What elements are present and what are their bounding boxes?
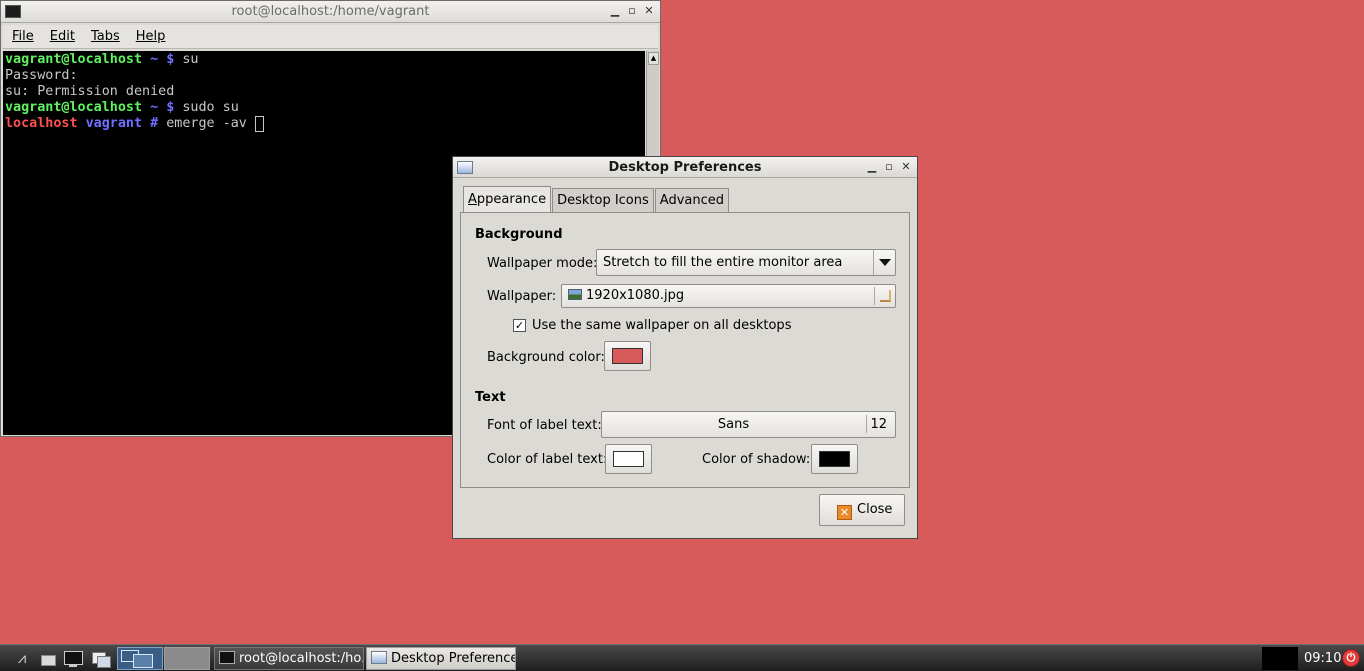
file-manager-icon[interactable] — [40, 649, 56, 668]
label-color-swatch — [613, 451, 644, 467]
background-color-label: Background color: — [487, 350, 605, 365]
wallpaper-mode-select[interactable]: Stretch to fill the entire monitor area — [596, 249, 896, 276]
terminal-cursor — [254, 116, 264, 132]
desktop-preferences-dialog[interactable]: Desktop Preferences ▁ ▫ ✕ Appearance Des… — [452, 156, 918, 539]
close-button[interactable]: ✕ Close — [819, 494, 905, 526]
menu-logo-icon[interactable]: ⩘ — [10, 649, 34, 668]
shadow-color-swatch — [819, 451, 850, 467]
label-color-label: Color of label text: — [487, 452, 608, 467]
background-color-button[interactable] — [604, 341, 651, 371]
wallpaper-mode-value: Stretch to fill the entire monitor area — [603, 255, 843, 270]
dialog-title: Desktop Preferences — [608, 160, 762, 175]
background-color-swatch — [612, 348, 643, 364]
font-separator — [866, 415, 867, 433]
wallpaper-file-chooser[interactable]: 1920x1080.jpg — [561, 284, 896, 308]
maximize-icon[interactable]: ▫ — [627, 4, 637, 18]
system-tray — [1262, 647, 1298, 670]
close-button-label: Close — [857, 502, 893, 517]
terminal-line: su: Permission denied — [5, 84, 175, 99]
taskbar: ⩘ root@localhost:/ho... Desktop Preferen… — [0, 644, 1364, 671]
task-terminal[interactable]: root@localhost:/ho... — [214, 647, 364, 670]
dialog-titlebar[interactable]: Desktop Preferences ▁ ▫ ✕ — [453, 157, 917, 178]
wallpaper-mode-label: Wallpaper mode: — [487, 256, 598, 271]
minimize-icon[interactable]: ▁ — [867, 160, 877, 174]
pager-window-icon — [133, 654, 153, 668]
terminal-menubar: File Edit Tabs Help — [3, 25, 658, 49]
font-chooser-button[interactable]: Sans 12 — [601, 411, 896, 438]
font-name: Sans — [717, 417, 750, 432]
open-file-icon[interactable] — [880, 290, 891, 302]
close-icon[interactable]: ✕ — [901, 160, 911, 174]
desktop-pager-1[interactable] — [117, 647, 163, 670]
power-icon[interactable]: ⏻ — [1342, 649, 1360, 667]
terminal-line: vagrant@localhost ~ $ sudo su — [5, 100, 239, 115]
desktop-pager-2[interactable] — [164, 647, 210, 670]
same-wallpaper-checkbox[interactable]: ✓ — [513, 319, 526, 332]
scroll-up-icon[interactable]: ▲ — [648, 52, 659, 65]
font-label: Font of label text: — [487, 418, 602, 433]
font-size: 12 — [870, 417, 887, 432]
close-icon[interactable]: ✕ — [644, 4, 654, 18]
terminal-title: root@localhost:/home/vagrant — [231, 4, 430, 19]
text-heading: Text — [475, 390, 506, 405]
chevron-down-icon[interactable] — [873, 250, 895, 275]
image-file-icon — [568, 289, 582, 300]
menu-edit[interactable]: Edit — [41, 29, 82, 44]
appearance-panel: Background Wallpaper mode: Stretch to fi… — [460, 212, 910, 488]
shadow-color-label: Color of shadow: — [702, 452, 811, 467]
tab-desktop-icons[interactable]: Desktop Icons — [552, 188, 654, 212]
show-desktop-icon[interactable] — [91, 649, 111, 668]
terminal-line: Password: — [5, 68, 78, 83]
menu-help[interactable]: Help — [127, 29, 173, 44]
close-icon: ✕ — [837, 505, 852, 520]
shadow-color-button[interactable] — [811, 444, 858, 474]
clock[interactable]: 09:10 — [1304, 651, 1341, 666]
wallpaper-label: Wallpaper: — [487, 289, 557, 304]
terminal-line: localhost vagrant # emerge -av — [5, 116, 645, 132]
file-chooser-separator — [874, 287, 875, 305]
menu-file[interactable]: File — [3, 29, 41, 44]
tab-advanced[interactable]: Advanced — [654, 188, 729, 212]
terminal-line: vagrant@localhost ~ $ su — [5, 52, 199, 67]
menu-tabs[interactable]: Tabs — [82, 29, 127, 44]
terminal-app-icon — [219, 651, 235, 664]
window-app-icon — [371, 651, 387, 664]
task-desktop-preferences[interactable]: Desktop Preferences — [366, 647, 516, 670]
terminal-launcher-icon[interactable] — [63, 649, 83, 668]
wallpaper-filename: 1920x1080.jpg — [586, 288, 685, 303]
terminal-titlebar[interactable]: root@localhost:/home/vagrant ▁ ▫ ✕ — [1, 1, 660, 23]
background-heading: Background — [475, 227, 563, 242]
minimize-icon[interactable]: ▁ — [610, 4, 620, 18]
tab-appearance[interactable]: Appearance — [463, 186, 552, 212]
label-color-button[interactable] — [605, 444, 652, 474]
same-wallpaper-label[interactable]: Use the same wallpaper on all desktops — [532, 318, 791, 333]
maximize-icon[interactable]: ▫ — [884, 160, 894, 174]
